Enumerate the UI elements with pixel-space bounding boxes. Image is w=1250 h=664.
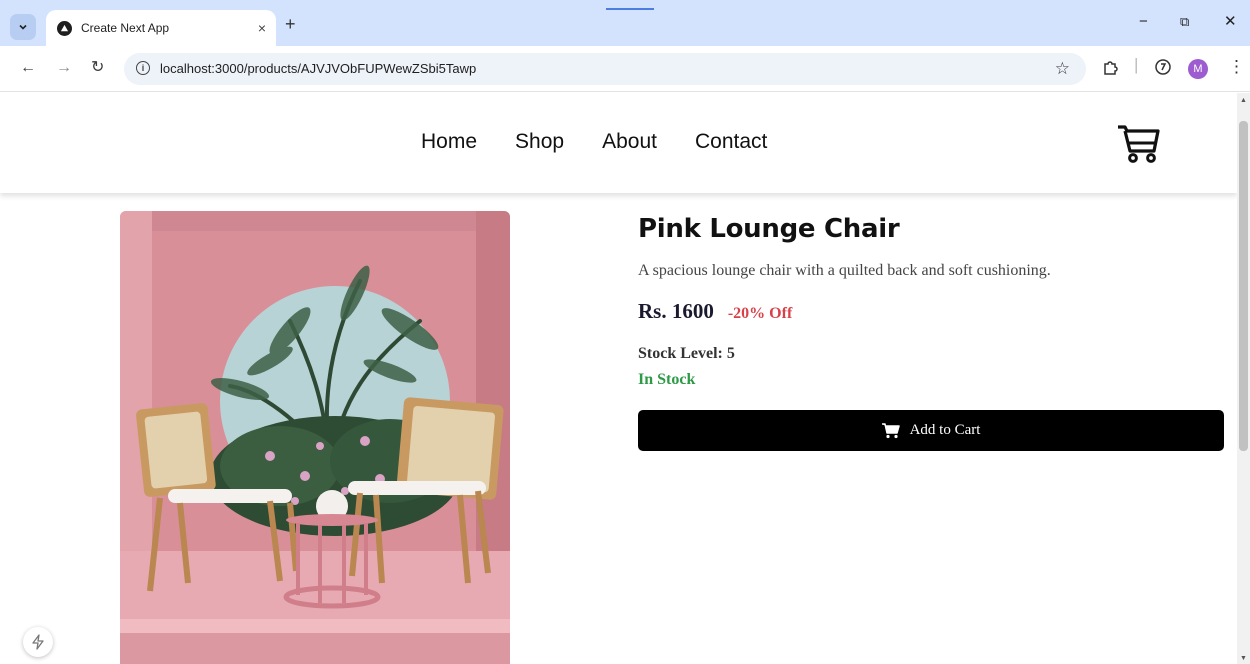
nav-home[interactable]: Home (421, 130, 477, 154)
browser-toolbar: ← → ↻ i localhost:3000/products/AJVJVObF… (0, 46, 1250, 92)
address-bar[interactable]: i localhost:3000/products/AJVJVObFUPWewZ… (124, 53, 1086, 85)
site-info-icon[interactable]: i (136, 61, 150, 75)
url-text[interactable]: localhost:3000/products/AJVJVObFUPWewZSb… (160, 61, 476, 76)
product-price: Rs. 1600 (638, 299, 714, 323)
price-row: Rs. 1600 -20% Off (638, 299, 1224, 324)
new-tab-button[interactable]: + (285, 15, 296, 33)
nav-contact[interactable]: Contact (695, 130, 767, 154)
scroll-up-arrow-icon[interactable]: ▲ (1240, 97, 1247, 104)
tab-close-icon[interactable]: × (258, 21, 266, 35)
cart-icon (881, 422, 900, 438)
browser-tab-bar: Create Next App × + − ⧉ ✕ (0, 0, 1250, 46)
scroll-thumb[interactable] (1239, 121, 1248, 451)
main-nav: Home Shop About Contact (421, 130, 767, 154)
toolbar-divider: | (1134, 55, 1139, 74)
tab-list-button[interactable] (10, 14, 36, 40)
reload-icon[interactable]: ↻ (91, 59, 104, 77)
media-icon[interactable] (1154, 58, 1172, 80)
scroll-down-arrow-icon[interactable]: ▼ (1240, 655, 1247, 662)
nav-about[interactable]: About (602, 130, 657, 154)
back-icon[interactable]: ← (20, 59, 36, 77)
add-to-cart-button[interactable]: Add to Cart (638, 410, 1224, 451)
stock-status: In Stock (638, 371, 696, 388)
tab-title: Create Next App (81, 21, 170, 35)
product-image (120, 211, 510, 664)
close-window-button[interactable]: ✕ (1224, 14, 1237, 30)
page-scrollbar[interactable]: ▲ ▼ (1237, 93, 1250, 664)
minimize-button[interactable]: − (1139, 14, 1148, 30)
product-info: Pink Lounge Chair A spacious lounge chai… (638, 211, 1224, 451)
chevron-down-icon (19, 24, 27, 30)
extensions-icon[interactable] (1102, 58, 1120, 80)
stock-level: Stock Level: 5 (638, 345, 735, 362)
restore-button[interactable]: ⧉ (1180, 14, 1189, 30)
shopping-cart-icon[interactable] (1116, 123, 1160, 165)
profile-avatar[interactable]: M (1188, 59, 1208, 79)
page-viewport: Home Shop About Contact Pink Lounge Chai… (0, 93, 1237, 664)
browser-tab[interactable]: Create Next App × (46, 10, 276, 46)
site-header: Home Shop About Contact (0, 93, 1237, 193)
product-title: Pink Lounge Chair (638, 214, 900, 244)
browser-menu-icon[interactable]: ⋮ (1228, 58, 1245, 76)
add-to-cart-label: Add to Cart (909, 422, 981, 438)
bookmark-star-icon[interactable]: ☆ (1055, 59, 1070, 79)
discount-badge: -20% Off (727, 305, 793, 322)
nextjs-favicon-icon (57, 20, 72, 36)
dev-tools-bolt-icon[interactable] (23, 627, 53, 657)
product-description: A spacious lounge chair with a quilted b… (638, 262, 1051, 279)
nav-shop[interactable]: Shop (515, 130, 564, 154)
forward-icon[interactable]: → (56, 59, 72, 77)
loading-indicator (606, 8, 654, 10)
